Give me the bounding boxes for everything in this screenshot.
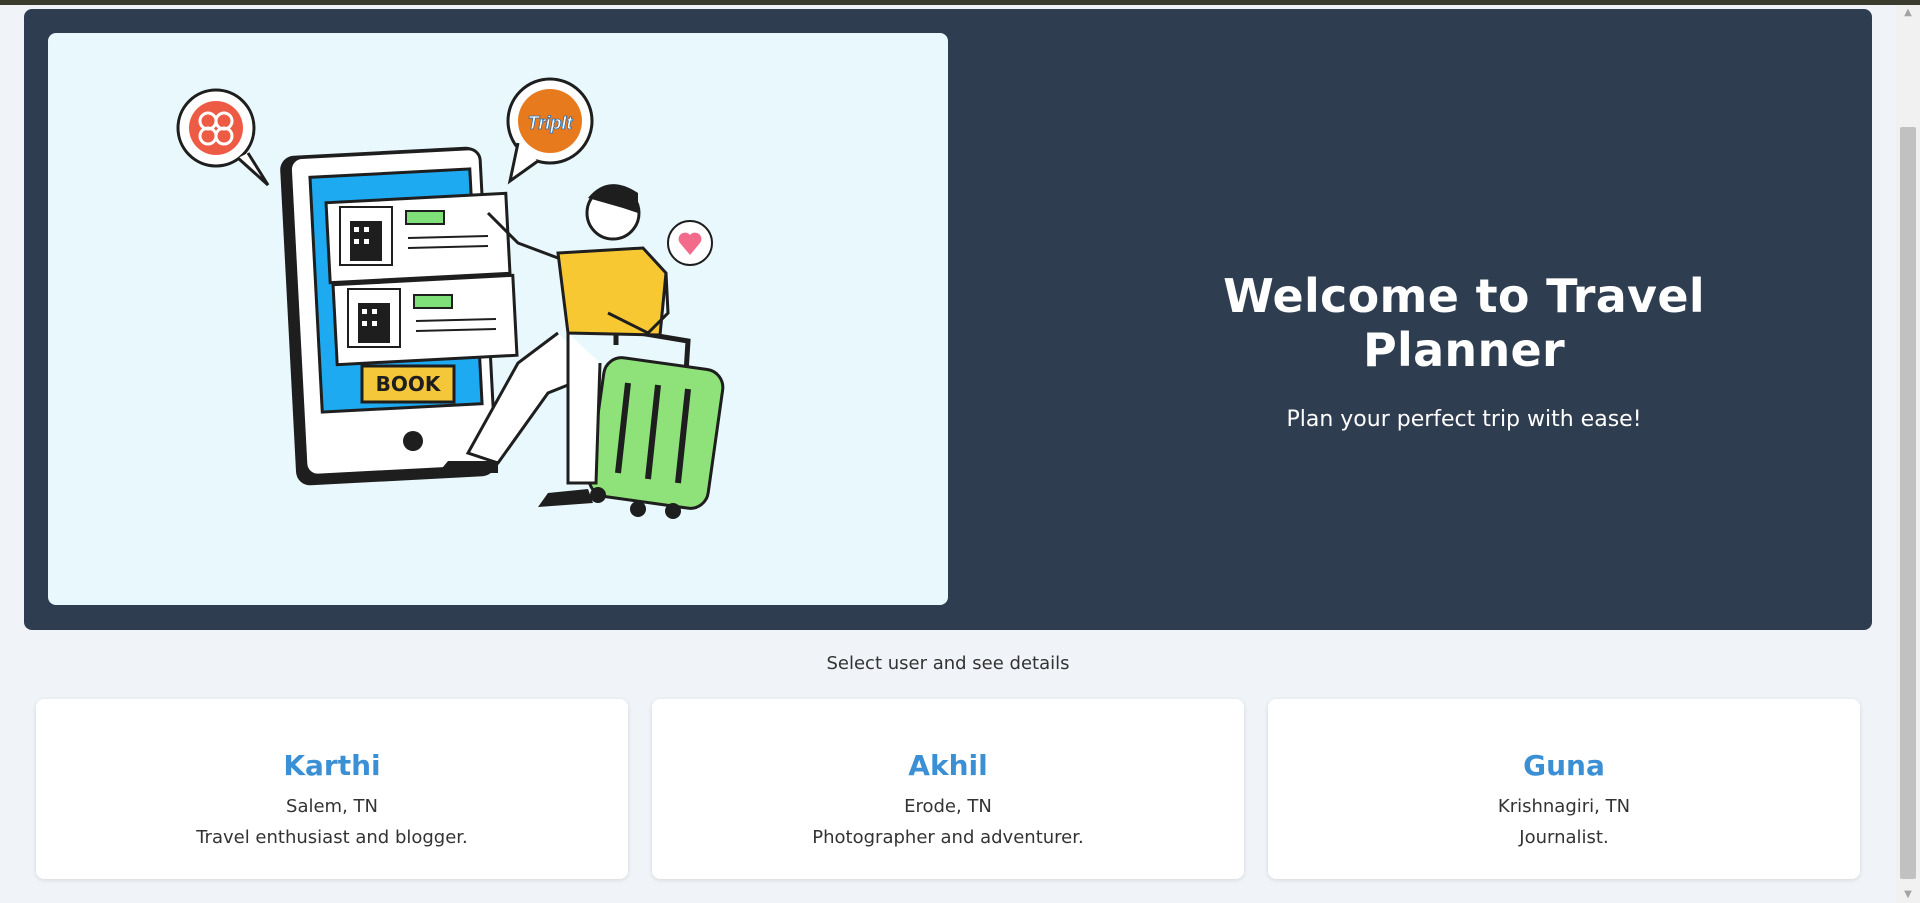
- user-card-list: Karthi Salem, TN Travel enthusiast and b…: [36, 699, 1860, 879]
- user-card-guna[interactable]: Guna Krishnagiri, TN Journalist.: [1268, 699, 1860, 879]
- user-location: Salem, TN: [286, 796, 378, 817]
- hero-banner: TripIt BOOK Welcome to Travel Planner Pl…: [24, 9, 1872, 630]
- user-name: Akhil: [908, 749, 988, 782]
- hero-title: Welcome to Travel Planner: [1223, 269, 1705, 377]
- user-name: Karthi: [283, 749, 381, 782]
- user-bio: Travel enthusiast and blogger.: [196, 827, 468, 848]
- hotel-card-1: [324, 191, 512, 285]
- scroll-up-icon[interactable]: ▲: [1896, 5, 1920, 21]
- user-bio: Journalist.: [1519, 827, 1609, 848]
- tripit-logo-bubble: TripIt: [506, 77, 594, 185]
- page: TripIt BOOK Welcome to Travel Planner Pl…: [0, 5, 1896, 903]
- scroll-thumb[interactable]: [1900, 127, 1916, 879]
- book-button-label: BOOK: [376, 372, 442, 396]
- app-logo-bubble: [176, 88, 270, 187]
- tripit-logo-text: TripIt: [528, 113, 574, 133]
- travel-booking-illustration: TripIt BOOK: [48, 33, 948, 605]
- illustration-svg: TripIt BOOK: [176, 77, 725, 519]
- hero-text-block: Welcome to Travel Planner Plan your perf…: [1124, 269, 1804, 432]
- user-bio: Photographer and adventurer.: [812, 827, 1084, 848]
- user-location: Erode, TN: [904, 796, 992, 817]
- hero-subtitle: Plan your perfect trip with ease!: [1286, 407, 1642, 432]
- hotel-card-2: [331, 273, 519, 367]
- user-card-akhil[interactable]: Akhil Erode, TN Photographer and adventu…: [652, 699, 1244, 879]
- suitcase-graphic: [587, 326, 725, 519]
- heart-bubble: [667, 220, 713, 266]
- user-name: Guna: [1523, 749, 1605, 782]
- user-select-caption: Select user and see details: [826, 653, 1070, 674]
- vertical-scrollbar[interactable]: ▲ ▼: [1896, 5, 1920, 903]
- scroll-down-icon[interactable]: ▼: [1896, 887, 1920, 903]
- user-location: Krishnagiri, TN: [1497, 796, 1631, 817]
- book-button-graphic: BOOK: [360, 364, 456, 404]
- user-card-karthi[interactable]: Karthi Salem, TN Travel enthusiast and b…: [36, 699, 628, 879]
